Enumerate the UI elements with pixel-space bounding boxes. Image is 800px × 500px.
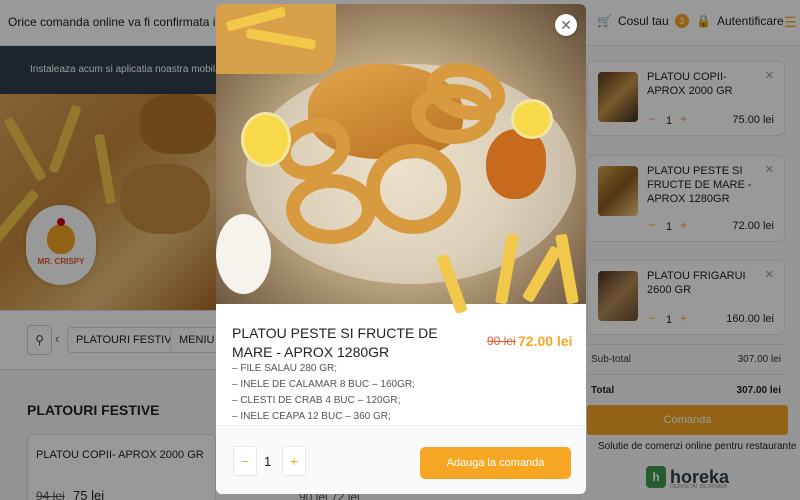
- modal-decrease-qty-button[interactable]: −: [233, 446, 257, 476]
- product-image: [216, 4, 586, 315]
- close-icon[interactable]: ✕: [555, 14, 577, 36]
- add-to-order-button[interactable]: Adauga la comanda: [420, 447, 571, 479]
- description-line: – INELE CEAPA 12 BUC – 360 GR;: [232, 411, 391, 422]
- modal-description: – FILE SALAU 280 GR; – INELE DE CALAMAR …: [232, 361, 562, 425]
- modal-new-price: 72.00 lei: [518, 333, 573, 349]
- page: Orice comanda online va fi confirmata in…: [0, 0, 800, 500]
- modal-quantity: 1: [264, 454, 272, 469]
- modal-old-price: 90 lei: [487, 334, 516, 348]
- modal-increase-qty-button[interactable]: +: [282, 446, 306, 476]
- modal-product-title: PLATOU PESTE SI FRUCTE DE MARE - APROX 1…: [232, 325, 438, 360]
- description-line: – CLESTI DE CRAB 4 BUC – 120GR;: [232, 395, 401, 406]
- description-line: – INELE DE CALAMAR 8 BUC – 160GR;: [232, 379, 415, 390]
- description-line: – FILE SALAU 280 GR;: [232, 363, 338, 374]
- product-modal: ✕ PLATOU PESTE SI FRUCTE DE MARE - APROX…: [216, 4, 586, 494]
